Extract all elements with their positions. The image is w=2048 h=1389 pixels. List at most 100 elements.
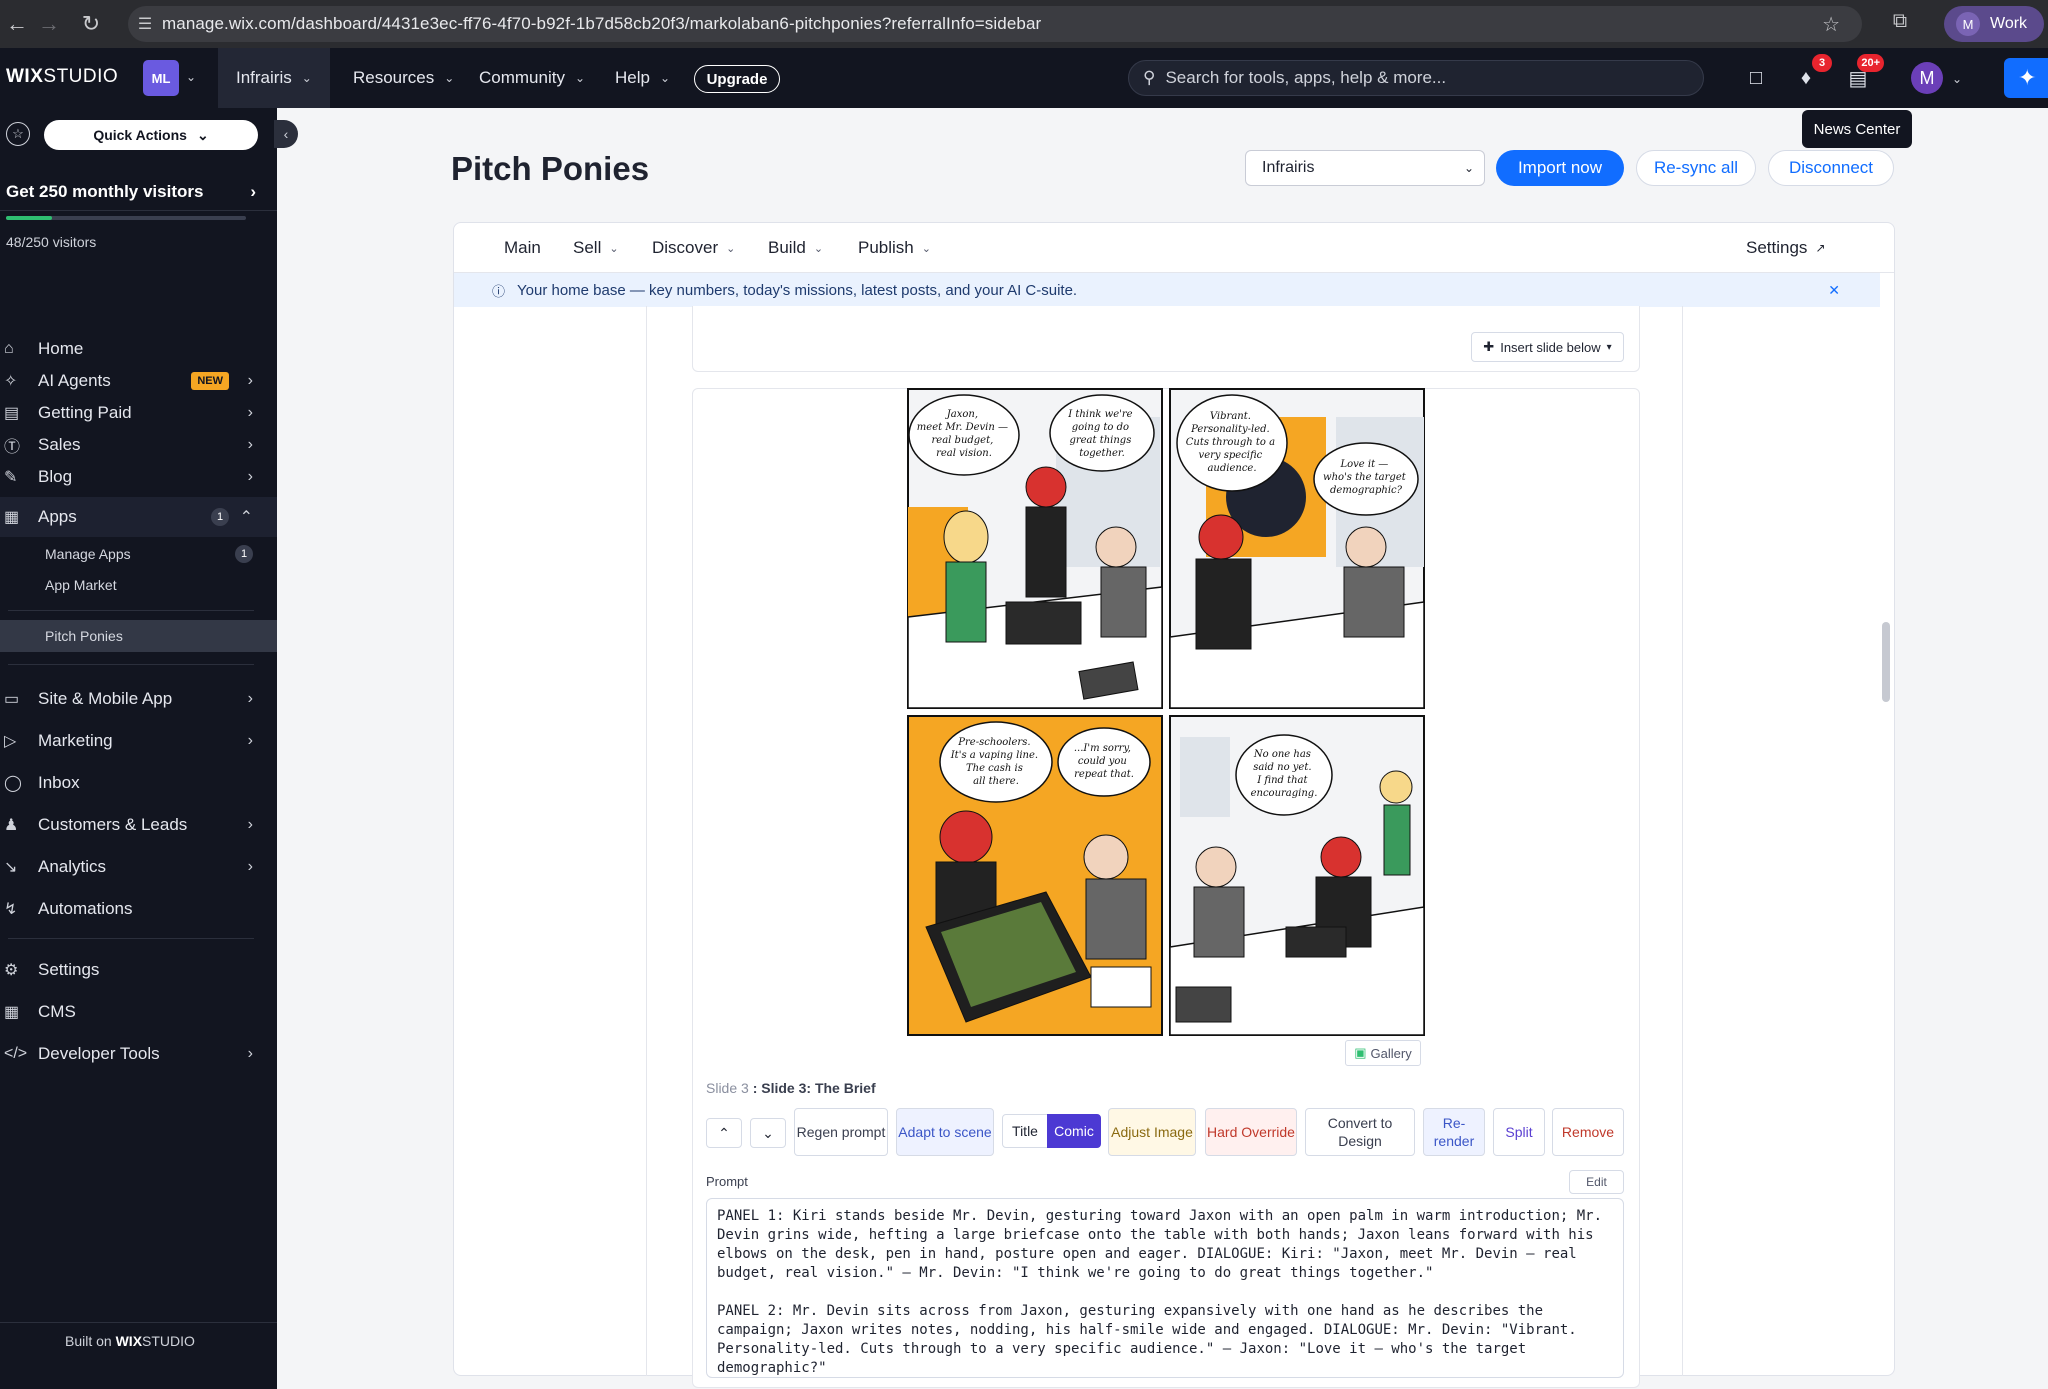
sidebar-item-site-mobile-app[interactable]: ▭ Site & Mobile App › (0, 679, 277, 719)
wix-top-bar: WIXSTUDIO ML ⌄ Infrairis ⌄ Resources ⌄ C… (0, 48, 2048, 108)
browser-profile-button[interactable]: M Work (1944, 6, 2044, 42)
prompt-textarea[interactable]: PANEL 1: Kiri stands beside Mr. Devin, g… (706, 1198, 1624, 1378)
sidebar-item-label: Developer Tools (38, 1044, 160, 1063)
sidebar-subitem-app-market[interactable]: App Market (0, 569, 277, 601)
info-banner: ⓘ Your home base — key numbers, today's … (454, 273, 1880, 307)
insert-slide-below-button[interactable]: ✚ Insert slide below ▾ (1471, 332, 1624, 362)
sidebar-item-marketing[interactable]: ▷ Marketing › (0, 721, 277, 761)
bookmark-star-icon[interactable]: ☆ (1822, 12, 1840, 37)
adapt-to-scene-button[interactable]: Adapt to scene (896, 1108, 994, 1156)
sidebar-item-blog[interactable]: ✎ Blog › (0, 457, 277, 497)
extensions-icon[interactable]: ⧉ (1886, 10, 1914, 38)
news-badge: 20+ (1857, 54, 1884, 72)
subnav-main[interactable]: Main (504, 238, 541, 258)
sidebar-subitem-label: App Market (45, 577, 117, 593)
comic-image[interactable]: Jaxon, meet Mr. Devin — real budget, rea… (906, 387, 1426, 1037)
bubble-line: could you (1078, 756, 1127, 767)
menu-resources-label: Resources (353, 68, 435, 87)
adjust-image-button[interactable]: Adjust Image (1108, 1108, 1196, 1156)
remove-label: Remove (1561, 1124, 1615, 1140)
mode-comic-button[interactable]: Comic (1047, 1114, 1101, 1148)
sidebar-item-inbox[interactable]: ◯ Inbox (0, 763, 277, 803)
chevron-right-icon: › (247, 404, 253, 421)
star-icon[interactable]: ☆ (6, 122, 30, 146)
chat-icon[interactable]: □ (1742, 64, 1770, 92)
subnav-settings[interactable]: Settings ↗ (1746, 238, 1826, 258)
edit-prompt-button[interactable]: Edit (1569, 1170, 1624, 1194)
rerender-button[interactable]: Re-render (1423, 1108, 1485, 1156)
site-select[interactable]: Infrairis ⌄ (1245, 150, 1485, 186)
sidebar-item-apps[interactable]: ▦ Apps 1 ⌃ (0, 497, 277, 537)
scrollbar[interactable] (1882, 622, 1890, 702)
menu-community[interactable]: Community ⌄ (479, 48, 585, 108)
sidebar-subitem-manage-apps[interactable]: Manage Apps 1 (0, 538, 277, 570)
split-button[interactable]: Split (1493, 1108, 1545, 1156)
subnav-publish[interactable]: Publish ⌄ (858, 238, 931, 258)
user-avatar[interactable]: M (1911, 62, 1943, 94)
news-icon[interactable]: ▤ 20+ (1844, 54, 1884, 92)
convert-to-design-button[interactable]: Convert to Design (1305, 1108, 1415, 1156)
import-now-button[interactable]: Import now (1496, 150, 1624, 186)
sidebar-subitem-pitch-ponies[interactable]: Pitch Ponies (0, 620, 277, 652)
menu-community-label: Community (479, 68, 565, 87)
forward-icon[interactable]: → (32, 7, 66, 41)
url-text: manage.wix.com/dashboard/4431e3ec-ff76-4… (162, 14, 1042, 33)
collapse-sidebar-icon[interactable]: ‹ (274, 120, 298, 148)
sidebar: ☆ Quick Actions ⌄ Get 250 monthly visito… (0, 108, 277, 1389)
chevron-down-icon: ⌄ (196, 126, 209, 143)
bubble-line: going to do (1072, 422, 1129, 433)
new-badge: NEW (191, 372, 229, 390)
resync-all-button[interactable]: Re-sync all (1636, 150, 1756, 186)
speech-bubble: I think we're going to do great things t… (1049, 394, 1155, 472)
sidebar-item-settings[interactable]: ⚙ Settings (0, 950, 277, 990)
move-up-button[interactable]: ⌃ (706, 1118, 742, 1148)
ai-assistant-icon[interactable]: ✦ (2004, 58, 2048, 98)
mode-title-button[interactable]: Title (1002, 1114, 1048, 1148)
mode-comic-label: Comic (1054, 1123, 1094, 1139)
visitors-goal[interactable]: Get 250 monthly visitors › 48/250 visito… (6, 182, 256, 250)
search-input[interactable]: ⚲ Search for tools, apps, help & more... (1128, 60, 1704, 96)
bubble-line: said no yet. (1253, 762, 1311, 773)
wix-studio-logo[interactable]: WIXSTUDIO (6, 66, 118, 88)
bubble-line: repeat that. (1074, 769, 1134, 780)
sidebar-item-cms[interactable]: ▦ CMS (0, 992, 277, 1032)
quick-actions-button[interactable]: Quick Actions ⌄ (44, 120, 258, 150)
chevron-down-icon[interactable]: ⌄ (1952, 72, 1962, 86)
bubble-line: The cash is (966, 763, 1023, 774)
address-bar[interactable]: ☰ manage.wix.com/dashboard/4431e3ec-ff76… (128, 6, 1862, 42)
column-divider (1682, 306, 1683, 1376)
upgrade-button[interactable]: Upgrade (694, 65, 780, 93)
sidebar-item-automations[interactable]: ↯ Automations (0, 889, 277, 929)
move-down-button[interactable]: ⌄ (750, 1118, 786, 1148)
gallery-button[interactable]: ▣ Gallery (1345, 1040, 1421, 1066)
reload-icon[interactable]: ↻ (74, 7, 108, 41)
subnav-build[interactable]: Build ⌄ (768, 238, 823, 258)
sidebar-item-customers-leads[interactable]: ♟ Customers & Leads › (0, 805, 277, 845)
site-select-value: Infrairis (1262, 159, 1315, 176)
site-info-icon[interactable]: ☰ (128, 14, 162, 34)
subnav-sell[interactable]: Sell ⌄ (573, 238, 619, 258)
bubble-line: audience. (1207, 463, 1256, 474)
subnav-discover[interactable]: Discover ⌄ (652, 238, 735, 258)
sidebar-item-label: Customers & Leads (38, 815, 188, 834)
bell-icon[interactable]: ♦ 3 (1792, 54, 1832, 92)
profile-initial: M (1956, 12, 1980, 36)
hard-override-button[interactable]: Hard Override (1205, 1108, 1297, 1156)
subnav-label: Sell (573, 238, 602, 257)
site-switcher[interactable]: Infrairis ⌄ (218, 48, 330, 108)
close-icon[interactable]: ✕ (1828, 282, 1840, 299)
menu-help[interactable]: Help ⌄ (615, 48, 670, 108)
site-avatar[interactable]: ML (143, 60, 179, 96)
sidebar-item-developer-tools[interactable]: </> Developer Tools › (0, 1034, 277, 1074)
sidebar-item-analytics[interactable]: ↘ Analytics › (0, 847, 277, 887)
chevron-down-icon[interactable]: ⌄ (186, 70, 196, 84)
sidebar-item-label: Inbox (38, 773, 80, 792)
disconnect-button[interactable]: Disconnect (1768, 150, 1894, 186)
back-icon[interactable]: ← (0, 7, 34, 41)
regen-prompt-button[interactable]: Regen prompt (794, 1108, 888, 1156)
menu-resources[interactable]: Resources ⌄ (353, 48, 454, 108)
chevron-down-icon: ⌄ (301, 71, 312, 85)
sidebar-item-label: Apps (38, 507, 77, 526)
gallery-label: Gallery (1370, 1045, 1412, 1061)
remove-button[interactable]: Remove (1552, 1108, 1624, 1156)
